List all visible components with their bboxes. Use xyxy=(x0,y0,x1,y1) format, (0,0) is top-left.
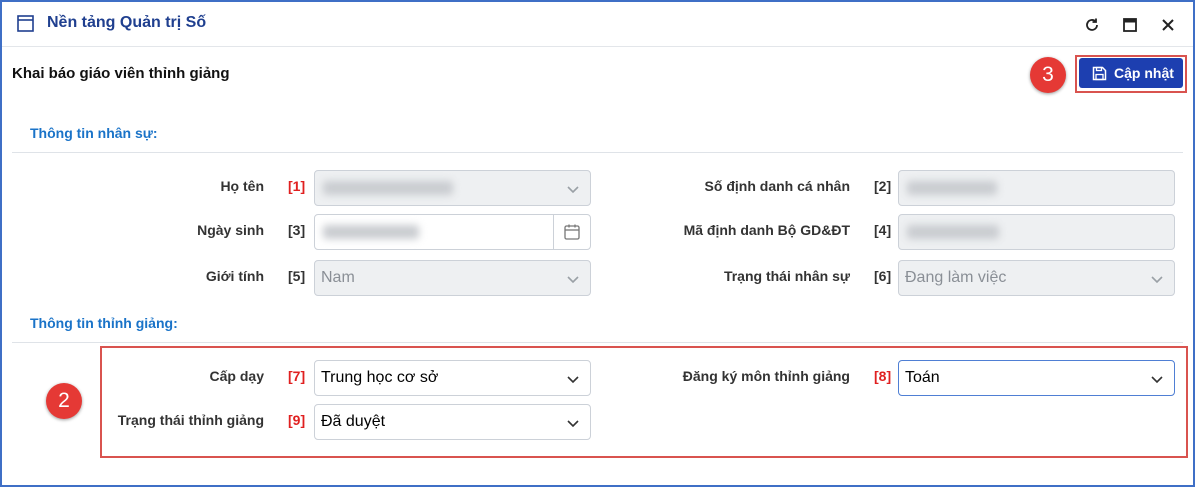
visiting-status-select[interactable]: Đã duyệt xyxy=(314,404,591,440)
section-divider xyxy=(12,342,1183,343)
visiting-status-label: Trạng thái thỉnh giảng xyxy=(117,412,264,428)
maximize-icon[interactable] xyxy=(1121,16,1139,34)
calendar-button[interactable] xyxy=(553,215,590,249)
staff-status-select[interactable]: Đang làm việc xyxy=(898,260,1175,296)
callout-badge-3: 3 xyxy=(1030,57,1066,93)
section-title-staff: Thông tin nhân sự: xyxy=(30,125,158,141)
chevron-down-icon xyxy=(567,276,579,284)
teaching-level-select[interactable]: Trung học cơ sở xyxy=(314,360,591,396)
visiting-status-value: Đã duyệt xyxy=(321,413,386,430)
full-name-num: [1] xyxy=(288,178,306,194)
calendar-icon xyxy=(564,224,580,240)
blurred-value xyxy=(323,181,453,195)
teaching-level-value: Trung học cơ sở xyxy=(321,369,439,386)
staff-status-value: Đang làm việc xyxy=(905,269,1007,286)
personal-id-num: [2] xyxy=(874,178,892,194)
moet-id-field xyxy=(898,214,1175,250)
section-title-visiting: Thông tin thỉnh giảng: xyxy=(30,315,178,331)
chevron-down-icon xyxy=(567,420,579,428)
birth-date-num: [3] xyxy=(288,222,306,238)
gender-value: Nam xyxy=(321,269,355,286)
subject-label: Đăng ký môn thỉnh giảng xyxy=(682,368,850,384)
blurred-value xyxy=(323,225,419,239)
app-window: Nền tảng Quản trị Số Khai báo giáo viên … xyxy=(0,0,1195,487)
chevron-down-icon xyxy=(567,186,579,194)
gender-label: Giới tính xyxy=(205,268,264,284)
close-icon[interactable] xyxy=(1159,16,1177,34)
blurred-value xyxy=(907,225,999,239)
moet-id-num: [4] xyxy=(874,222,892,238)
subject-select[interactable]: Toán xyxy=(898,360,1175,396)
save-icon xyxy=(1092,66,1107,81)
birth-date-input[interactable] xyxy=(314,214,591,250)
update-button-label: Cập nhật xyxy=(1114,65,1174,81)
chevron-down-icon xyxy=(1151,276,1163,284)
birth-date-label: Ngày sinh xyxy=(197,222,264,238)
update-button[interactable]: Cập nhật xyxy=(1079,58,1183,88)
visiting-status-num: [9] xyxy=(288,412,306,428)
blurred-value xyxy=(907,181,997,195)
gender-select[interactable]: Nam xyxy=(314,260,591,296)
subject-num: [8] xyxy=(874,368,892,384)
full-name-select[interactable] xyxy=(314,170,591,206)
chevron-down-icon xyxy=(567,376,579,384)
app-title: Nền tảng Quản trị Số xyxy=(47,14,207,31)
chevron-down-icon xyxy=(1151,376,1163,384)
teaching-level-num: [7] xyxy=(288,368,306,384)
refresh-icon[interactable] xyxy=(1083,16,1101,34)
moet-id-label: Mã định danh Bộ GD&ĐT xyxy=(683,222,850,238)
staff-status-num: [6] xyxy=(874,268,892,284)
section-divider xyxy=(12,152,1183,153)
page-title: Khai báo giáo viên thỉnh giảng xyxy=(12,65,230,82)
staff-status-label: Trạng thái nhân sự xyxy=(723,268,850,284)
gender-num: [5] xyxy=(288,268,306,284)
title-bar: Nền tảng Quản trị Số xyxy=(2,2,1193,47)
personal-id-field xyxy=(898,170,1175,206)
full-name-label: Họ tên xyxy=(220,178,264,194)
personal-id-label: Số định danh cá nhân xyxy=(704,178,850,194)
teaching-level-label: Cấp dạy xyxy=(209,368,264,384)
window-icon xyxy=(17,15,34,32)
subject-value: Toán xyxy=(905,369,940,386)
